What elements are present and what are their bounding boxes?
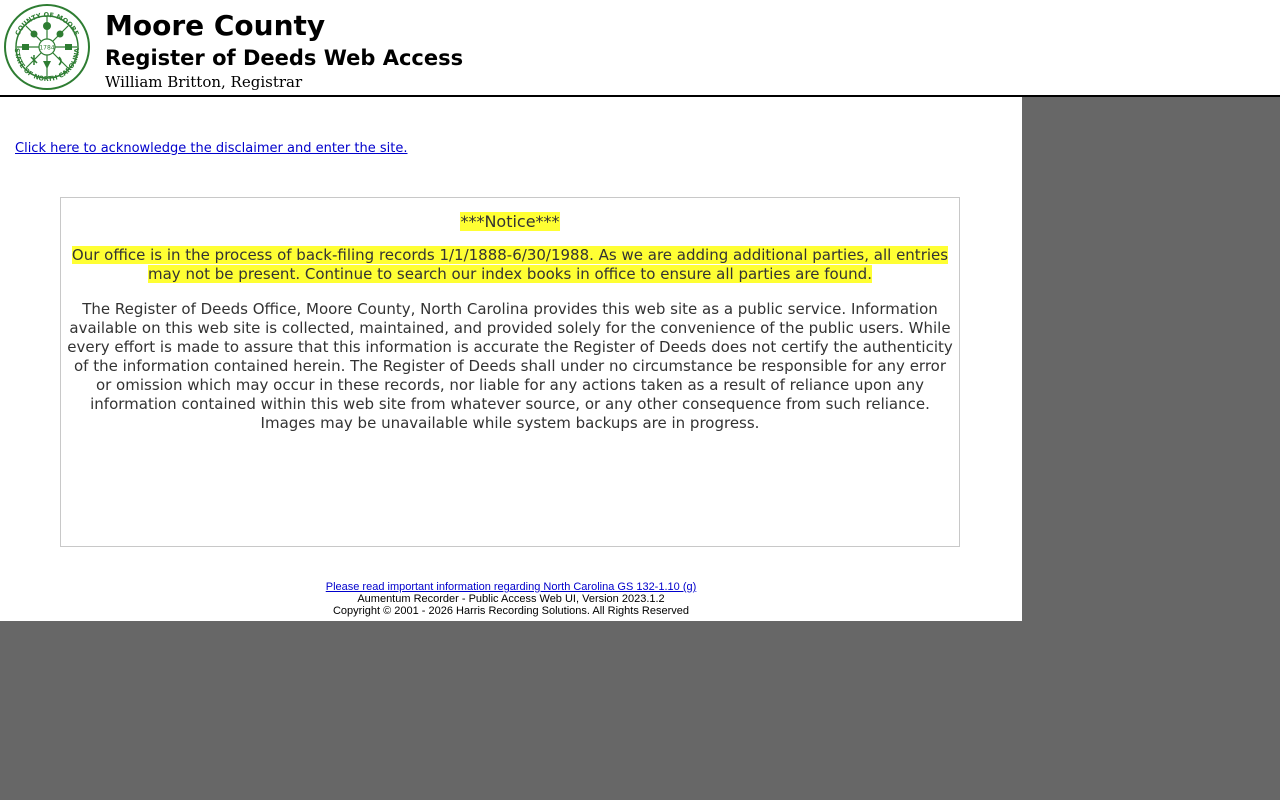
enter-site-link[interactable]: Click here to acknowledge the disclaimer… (15, 141, 408, 156)
page-header: COUNTY OF MOORE STATE OF NORTH CAROLINA … (0, 0, 1280, 97)
page-footer: Please read important information regard… (0, 581, 1022, 617)
title-block: Moore County Register of Deeds Web Acces… (105, 10, 463, 92)
notice-title: ***Notice*** (67, 212, 953, 232)
county-seal-icon: COUNTY OF MOORE STATE OF NORTH CAROLINA … (4, 4, 90, 90)
site-name: Register of Deeds Web Access (105, 46, 464, 70)
disclaimer-box: ***Notice*** Our office is in the proces… (60, 197, 960, 547)
county-name: Moore County (105, 9, 326, 42)
copyright-text: Copyright © 2001 - 2026 Harris Recording… (332, 605, 689, 617)
disclaimer-text: The Register of Deeds Office, Moore Coun… (67, 300, 953, 432)
version-text: Aumentum Recorder - Public Access Web UI… (357, 593, 665, 605)
svg-text:1784: 1784 (39, 45, 54, 52)
notice-text: Our office is in the process of back-fil… (67, 246, 953, 284)
main-content: Click here to acknowledge the disclaimer… (0, 97, 1022, 621)
notice-title-text: ***Notice*** (460, 212, 560, 231)
gs-info-link[interactable]: Please read important information regard… (326, 581, 697, 593)
notice-body-text: Our office is in the process of back-fil… (71, 246, 949, 283)
registrar-name: William Britton, Registrar (105, 73, 303, 91)
